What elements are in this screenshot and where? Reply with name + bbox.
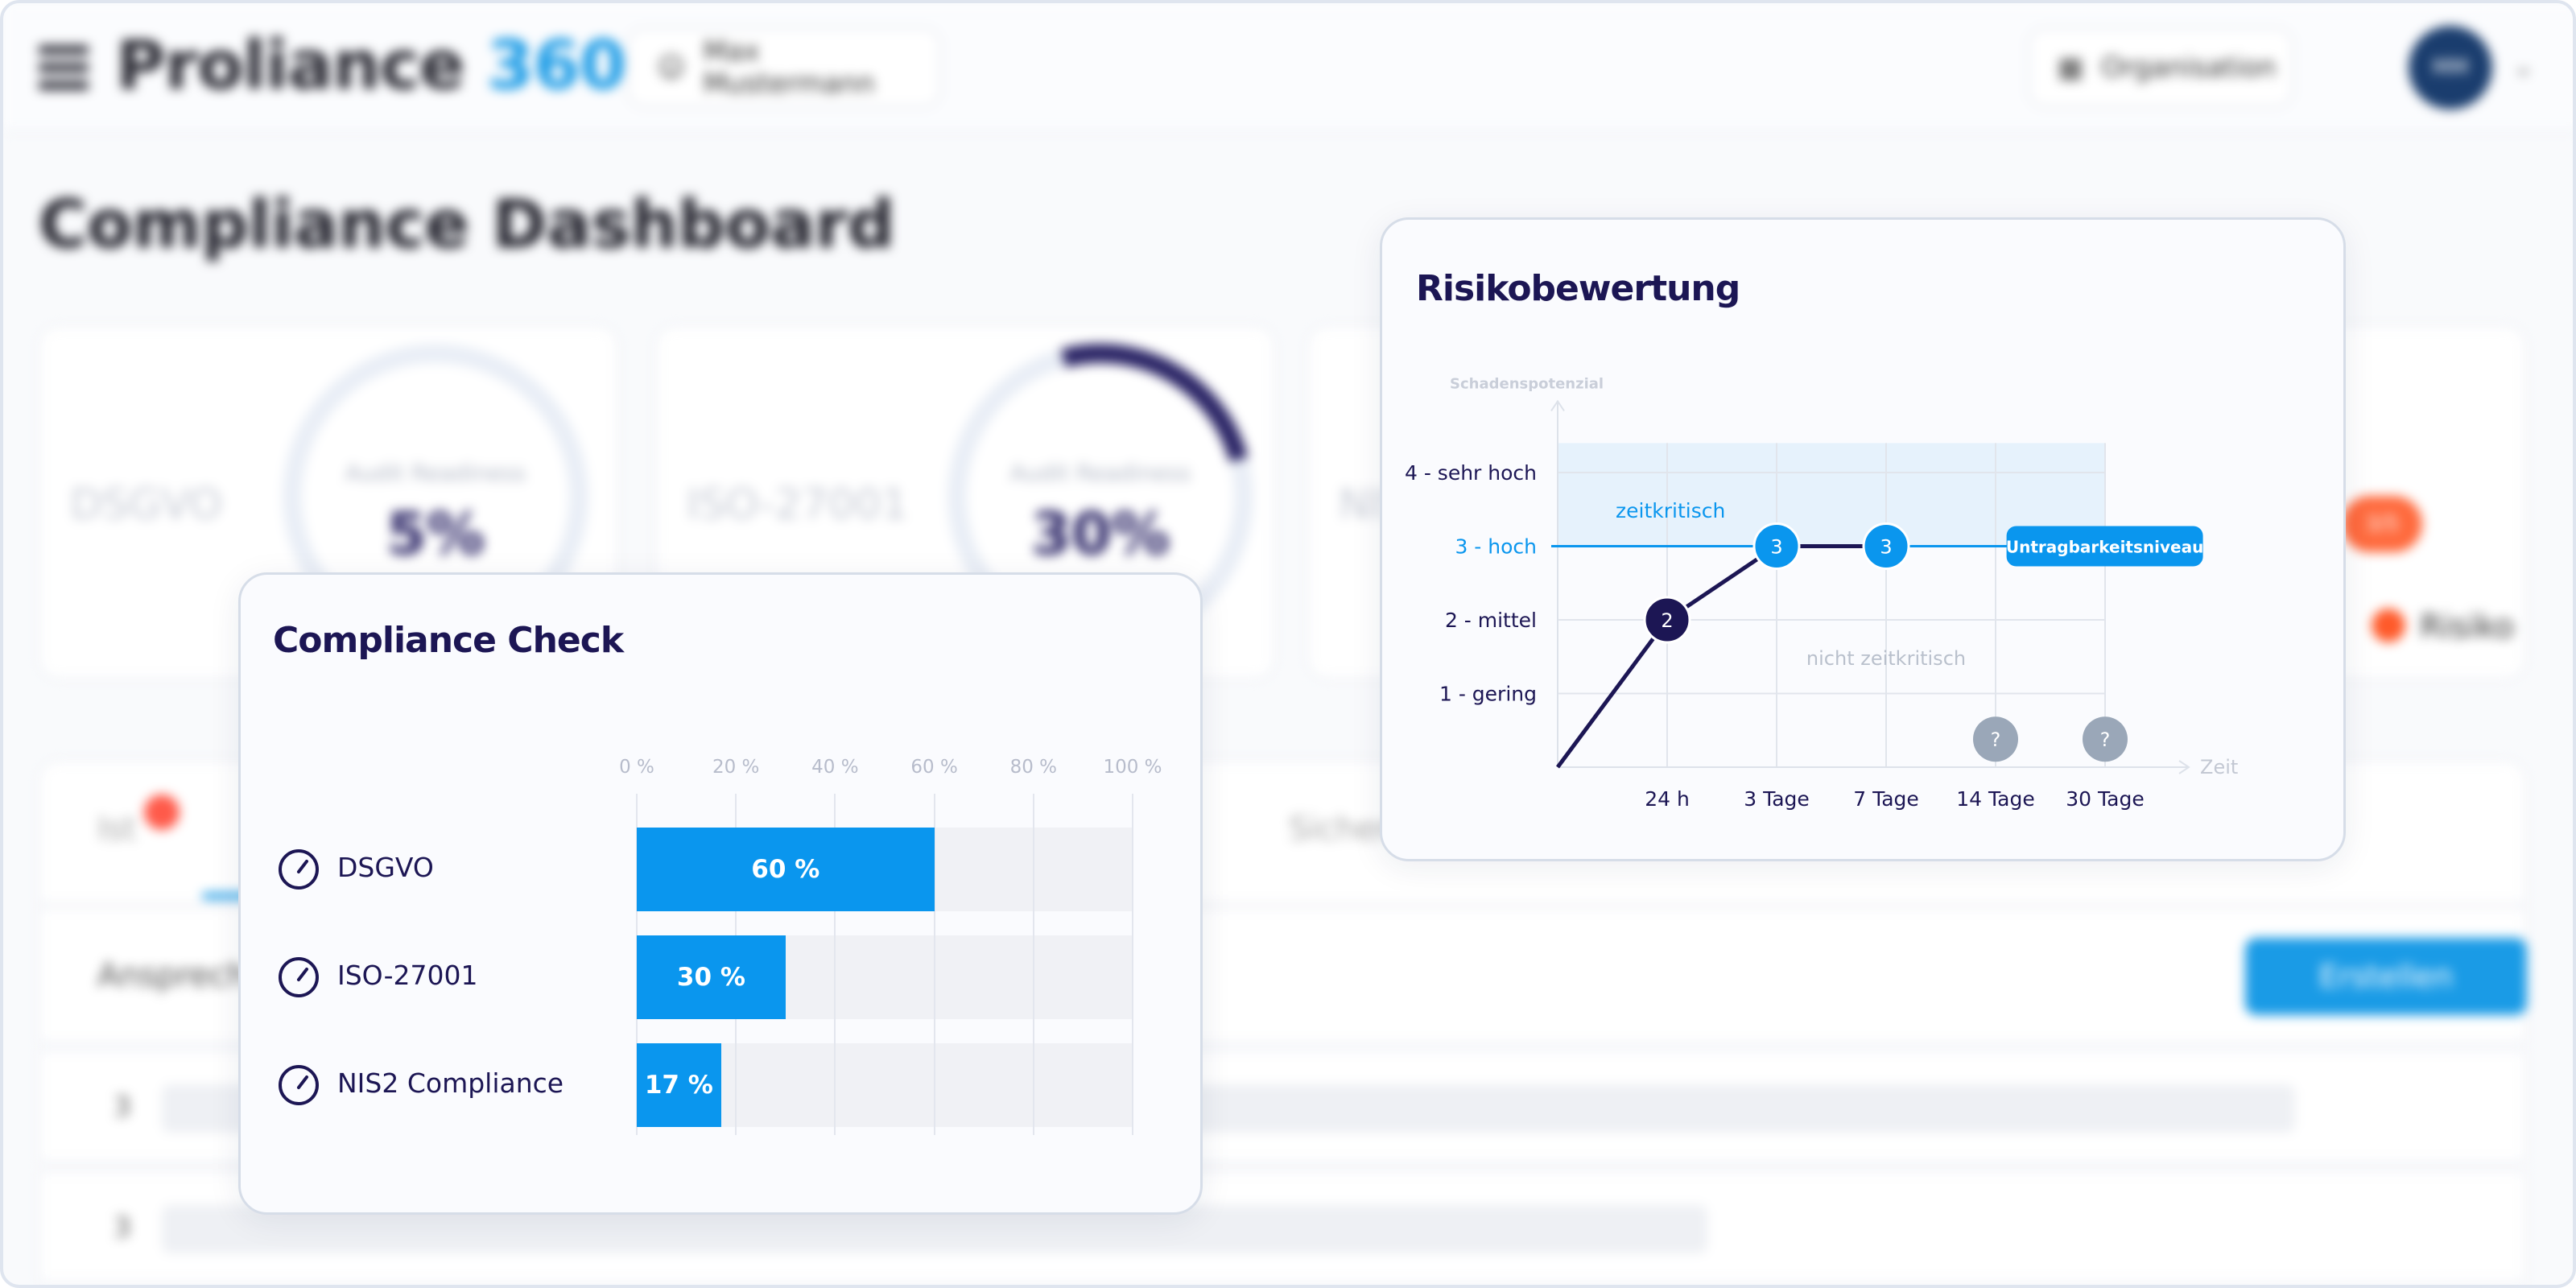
top-bar: Proliance 360 ☺ Max Mustermann ▦ Organis…	[3, 3, 2573, 132]
compliance-check-card: Compliance Check 0 % 20 % 40 % 60 % 80 % 100 …	[238, 572, 1203, 1215]
risk-assessment-card: Risikobewertung Schadenspotenzial Zeit 1 -…	[1380, 217, 2346, 861]
bar: 30 %	[637, 935, 786, 1019]
user-button[interactable]: ☺ Max Mustermann	[627, 27, 941, 108]
screenshot-frame: Proliance 360 ☺ Max Mustermann ▦ Organis…	[0, 0, 2576, 1288]
bar: 60 %	[637, 828, 935, 911]
critical-zone-label: zeitkritisch	[1616, 499, 1725, 522]
risk-chart: Schadenspotenzial Zeit 1 - gering 2 - mitte…	[1405, 375, 2238, 811]
risk-label: Risiko	[2420, 609, 2515, 646]
gauge-icon	[279, 957, 319, 997]
card-title: Compliance Check	[273, 620, 624, 661]
threshold-pill-label: Untragbarkeitsniveau	[2006, 538, 2203, 557]
organisation-button[interactable]: ▦ Organisation	[2028, 27, 2293, 108]
data-point-label: 3	[1880, 536, 1892, 559]
gauge-icon	[279, 1065, 319, 1105]
ring-value: 30%	[1030, 500, 1170, 568]
risk-pill: 3/5	[2342, 496, 2422, 552]
gridline	[1132, 794, 1133, 1135]
tick-label: 20 %	[712, 757, 760, 778]
avatar[interactable]: MM	[2409, 26, 2492, 109]
tab-ist[interactable]: Ist	[97, 811, 136, 848]
tick-label: 60 %	[910, 757, 958, 778]
category-label: ISO-27001	[337, 960, 478, 991]
kpi-name: DSGVO	[70, 481, 222, 529]
tick-label: 0 %	[619, 757, 654, 778]
tick-label: 100 %	[1103, 757, 1162, 778]
y-tick-label: 4 - sehr hoch	[1405, 461, 1537, 485]
list-item-number: 3	[114, 1091, 131, 1123]
create-button[interactable]: Erstellen	[2245, 938, 2527, 1015]
tick-label: 80 %	[1009, 757, 1058, 778]
x-tick-label: 24 h	[1645, 787, 1690, 811]
x-tick-label: 7 Tage	[1853, 787, 1919, 811]
bar: 17 %	[637, 1043, 721, 1127]
organisation-button-label: Organisation	[2101, 52, 2277, 84]
risk-dot	[2372, 609, 2405, 642]
y-tick-label: 2 - mittel	[1445, 609, 1537, 632]
category-label: DSGVO	[337, 852, 434, 883]
ring-label: Audit Readiness	[1009, 460, 1191, 486]
user-button-label: Max Mustermann	[703, 35, 875, 100]
y-tick-label: 3 - hoch	[1455, 535, 1537, 559]
y-tick-label: 1 - gering	[1439, 683, 1537, 706]
non-critical-label: nicht zeitkritisch	[1806, 647, 1966, 670]
unknown-point-label: ?	[1991, 729, 2001, 751]
app-logo[interactable]: Proliance 360	[116, 26, 626, 105]
x-tick-label: 14 Tage	[1956, 787, 2034, 811]
gauge-icon	[279, 849, 319, 890]
user-icon: ☺	[657, 52, 686, 84]
x-tick-label: 30 Tage	[2066, 787, 2144, 811]
building-icon: ▦	[2058, 52, 2084, 84]
ring-label: Audit Readiness	[345, 460, 526, 486]
kpi-name: ISO-27001	[687, 481, 908, 529]
page-title: Compliance Dashboard	[39, 187, 895, 263]
gridline	[1032, 794, 1034, 1135]
chevron-down-icon[interactable]: ⌄	[2513, 53, 2533, 81]
category-label: NIS2 Compliance	[337, 1067, 564, 1099]
data-point-label: 2	[1661, 609, 1673, 632]
x-tick-label: 3 Tage	[1744, 787, 1810, 811]
y-axis-label: Schadenspotenzial	[1450, 375, 1604, 392]
x-axis-label: Zeit	[2200, 756, 2238, 778]
tab-badge	[144, 795, 180, 830]
ring-value: 5%	[386, 500, 485, 568]
unknown-point-label: ?	[2100, 729, 2111, 751]
menu-icon[interactable]	[39, 45, 89, 90]
data-point-label: 3	[1770, 536, 1782, 559]
tick-label: 40 %	[811, 757, 859, 778]
list-item-number: 3	[114, 1212, 131, 1244]
